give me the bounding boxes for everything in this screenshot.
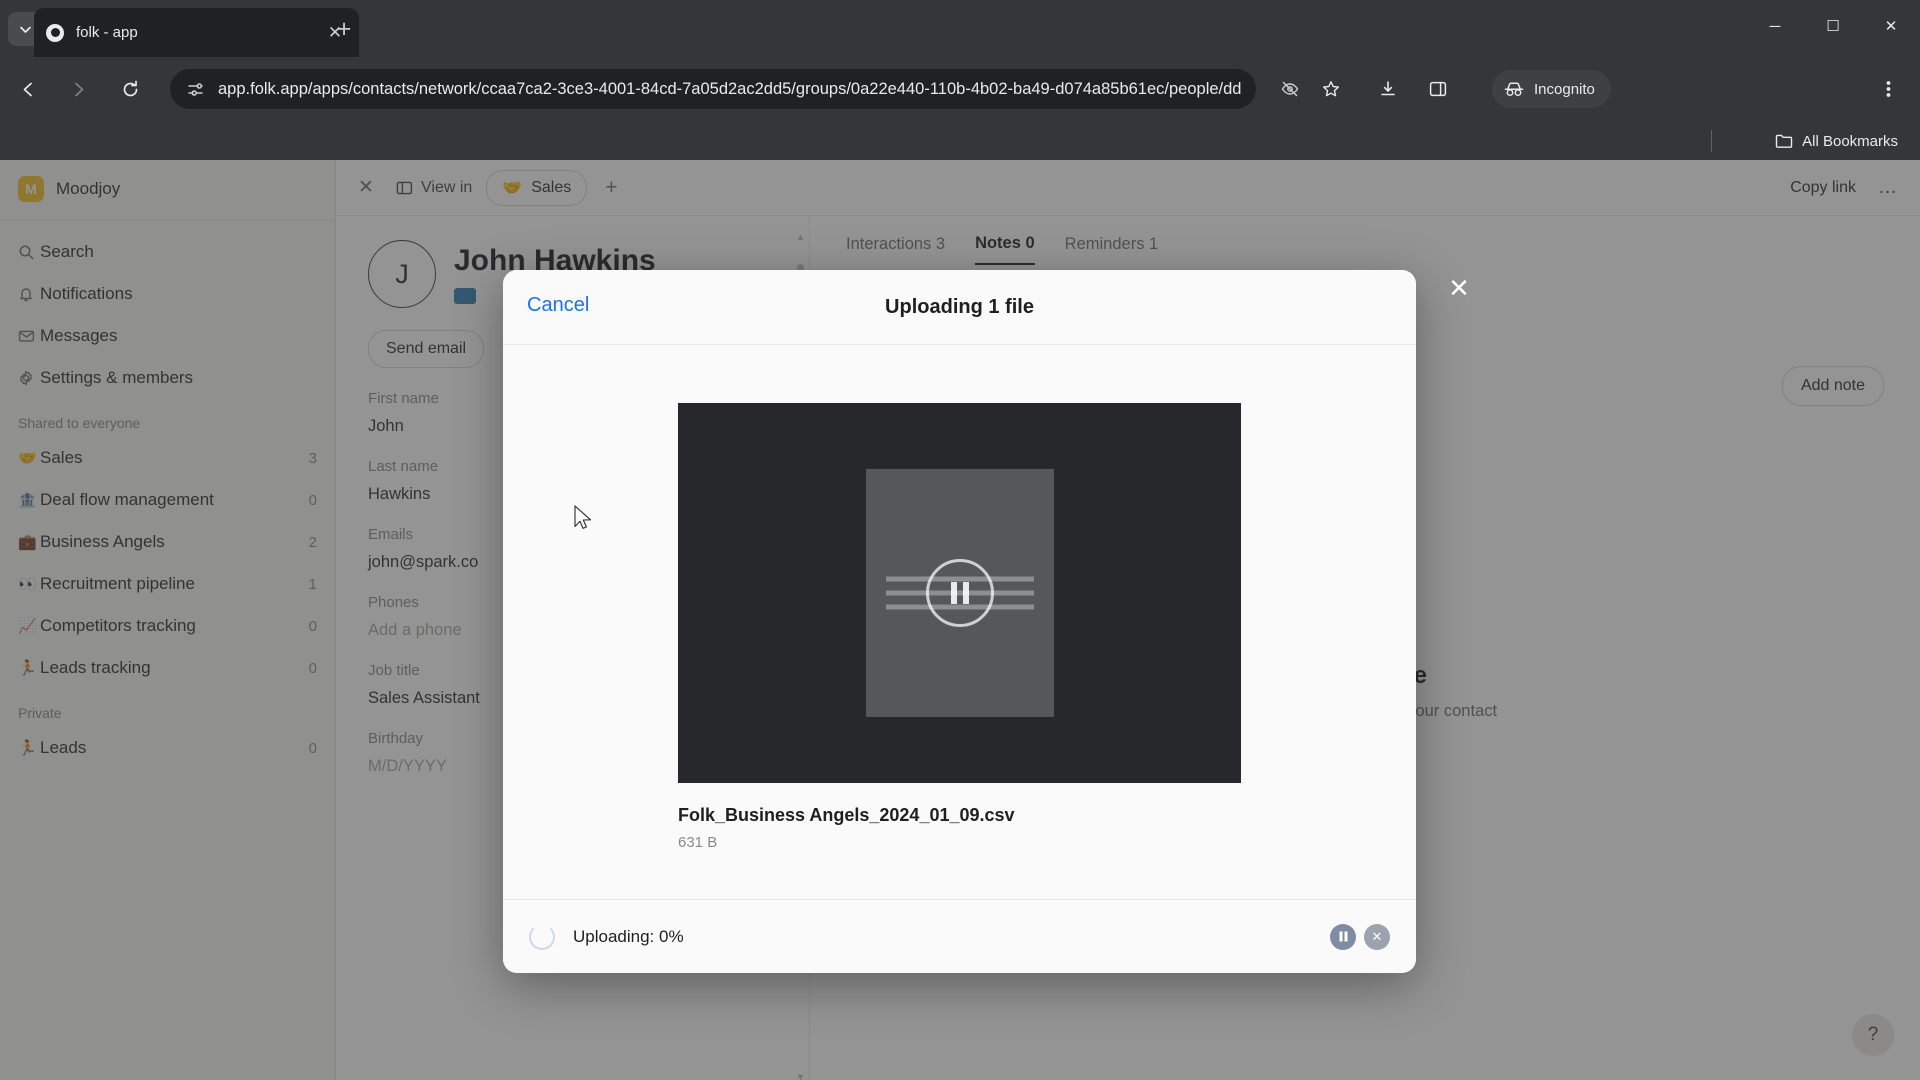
upload-status: Uploading: 0%	[573, 926, 684, 946]
pause-icon	[925, 559, 994, 627]
file-meta: Folk_Business Angels_2024_01_09.csv 631 …	[678, 805, 1241, 851]
bookmarks-bar: All Bookmarks	[0, 120, 1920, 160]
browser-toolbar: app.folk.app/apps/contacts/network/ccaa7…	[0, 57, 1920, 120]
reload-icon[interactable]	[112, 71, 148, 107]
mouse-cursor	[574, 505, 592, 535]
download-icon[interactable]	[1370, 71, 1406, 107]
kebab-menu-icon[interactable]	[1870, 71, 1906, 107]
file-name: Folk_Business Angels_2024_01_09.csv	[678, 805, 1015, 825]
upload-dialog-body: Folk_Business Angels_2024_01_09.csv 631 …	[503, 345, 1416, 900]
url-text: app.folk.app/apps/contacts/network/ccaa7…	[218, 79, 1242, 98]
eye-off-icon[interactable]	[1272, 71, 1308, 107]
arrow-left-icon[interactable]	[10, 71, 46, 107]
spinner-icon	[529, 923, 555, 950]
browser-tab-strip: folk - app ✕ + ─ ☐ ✕	[0, 0, 1920, 57]
cancel-button[interactable]: Cancel	[527, 294, 589, 317]
upload-dialog: Cancel Uploading 1 file Folk_Business An…	[503, 270, 1416, 973]
incognito-indicator[interactable]: Incognito	[1492, 70, 1611, 108]
upload-dialog-footer: Uploading: 0% ✕	[503, 899, 1416, 973]
cancel-upload-button[interactable]: ✕	[1364, 923, 1390, 950]
file-preview	[678, 403, 1241, 783]
arrow-right-icon	[60, 71, 96, 107]
close-dialog-button[interactable]: ✕	[1443, 272, 1475, 304]
folder-icon	[1775, 133, 1793, 149]
close-window-button[interactable]: ✕	[1862, 0, 1920, 52]
divider	[1711, 130, 1712, 152]
address-bar[interactable]: app.folk.app/apps/contacts/network/ccaa7…	[170, 69, 1256, 109]
folk-circle-icon	[46, 23, 64, 42]
all-bookmarks-label: All Bookmarks	[1802, 132, 1898, 150]
minimize-button[interactable]: ─	[1746, 0, 1804, 52]
side-panel-icon[interactable]	[1420, 71, 1456, 107]
upload-dialog-header: Cancel Uploading 1 file	[503, 270, 1416, 345]
all-bookmarks-button[interactable]: All Bookmarks	[1775, 128, 1898, 154]
window-controls: ─ ☐ ✕	[1746, 0, 1920, 52]
incognito-label: Incognito	[1534, 80, 1595, 98]
screen: folk - app ✕ + ─ ☐ ✕ app.folk.app/apps/c…	[0, 0, 1920, 1080]
new-tab-button[interactable]: +	[322, 10, 366, 48]
browser-tab[interactable]: folk - app ✕	[34, 8, 359, 57]
upload-dialog-title: Uploading 1 file	[885, 295, 1034, 318]
incognito-icon	[1504, 82, 1524, 97]
maximize-button[interactable]: ☐	[1804, 0, 1862, 52]
tab-title: folk - app	[76, 24, 138, 41]
star-icon[interactable]	[1313, 71, 1349, 107]
tune-icon[interactable]	[184, 78, 206, 100]
file-size: 631 B	[678, 834, 718, 851]
pause-upload-button[interactable]	[1330, 923, 1356, 950]
